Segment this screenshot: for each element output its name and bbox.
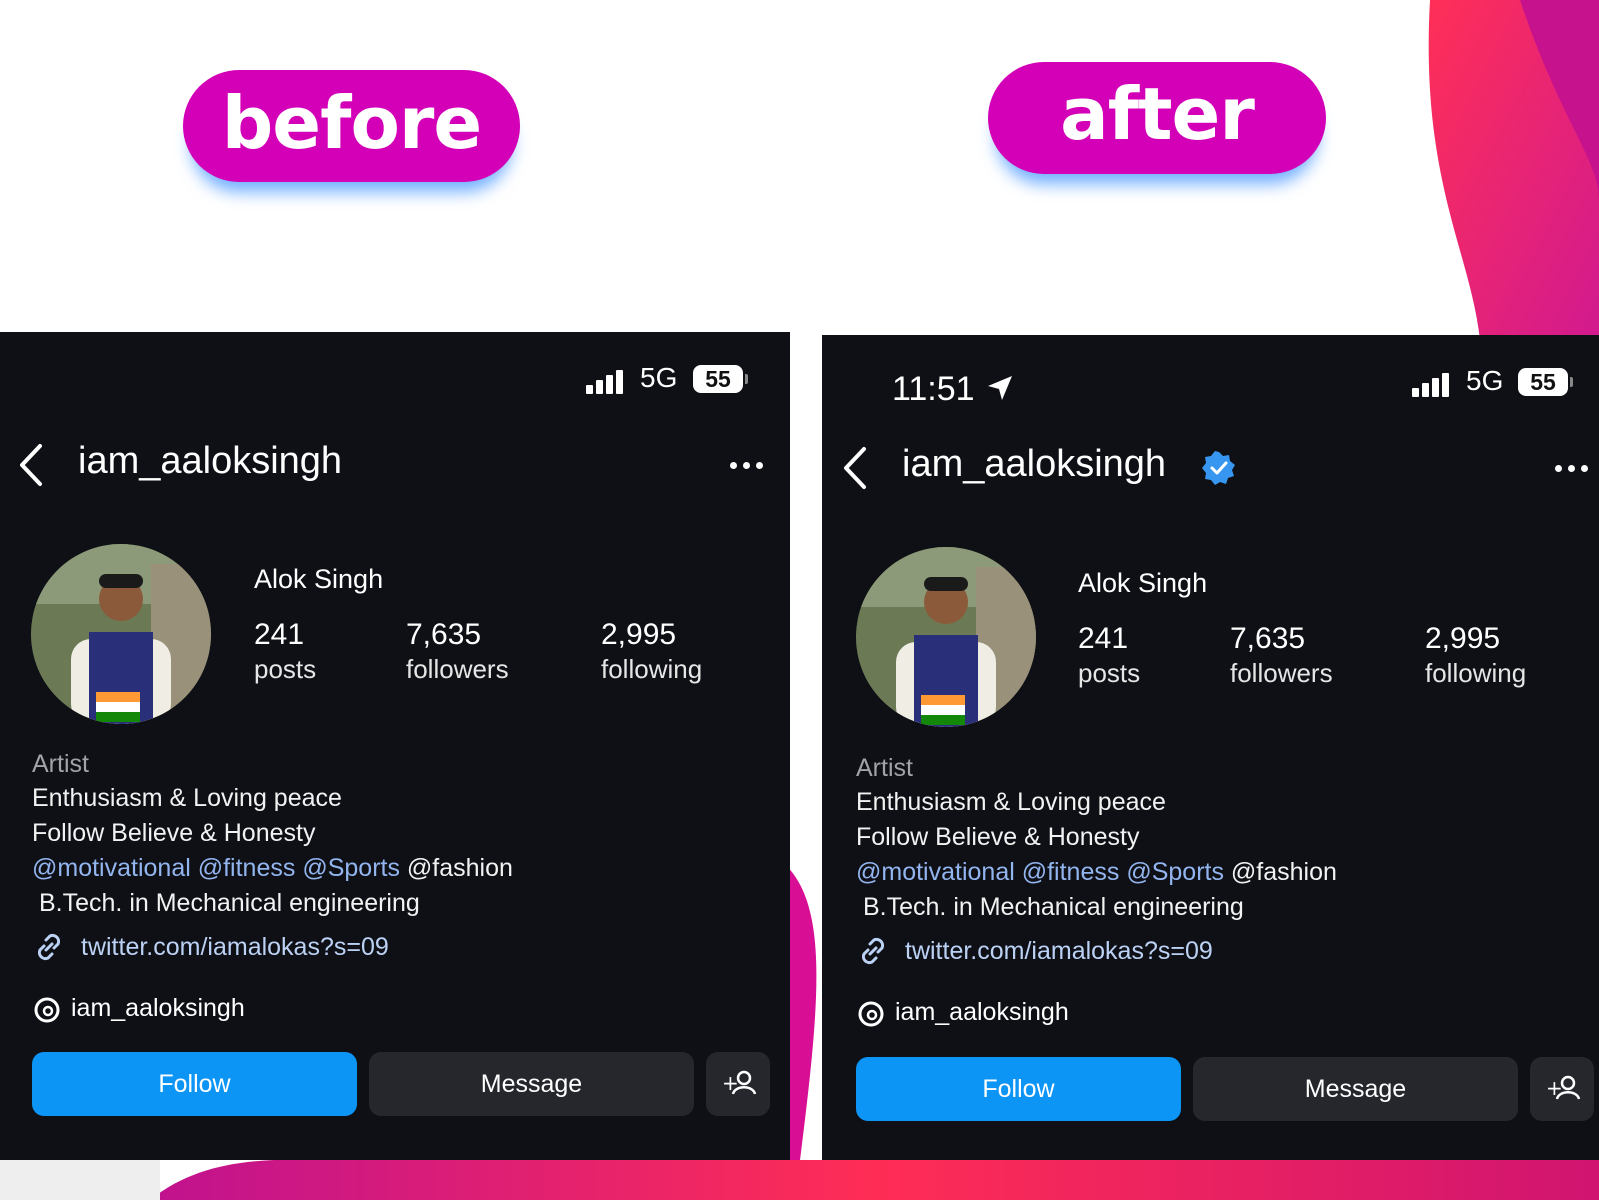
category-label: Artist [856,754,913,782]
posts-label: posts [254,654,317,684]
back-arrow-icon[interactable] [840,445,872,491]
bio-line-3: @motivational @fitness @Sports @fashion [32,854,513,883]
following-count[interactable]: 2,995 [601,618,676,652]
threads-handle[interactable]: iam_aaloksingh [71,994,245,1023]
bio-line-2: Follow Believe & Honesty [856,823,1140,851]
more-options-icon[interactable] [730,462,766,472]
back-arrow-icon[interactable] [16,442,48,488]
category-label: Artist [32,750,89,778]
before-label: before [183,70,520,182]
battery-icon: 55 [693,365,748,393]
following-label[interactable]: following [601,654,702,685]
suggest-user-button[interactable]: + [1530,1057,1594,1121]
network-label: 5G [1466,365,1504,396]
profile-photo [856,547,1036,727]
mention-link[interactable]: @Sports [1126,858,1224,886]
threads-icon [34,997,60,1023]
posts-label: posts [1078,658,1141,688]
avatar[interactable] [856,547,1036,727]
add-person-icon: + [1546,1075,1581,1100]
suggest-user-button[interactable]: + [706,1052,770,1116]
threads-icon [858,1001,884,1027]
signal-icon [586,368,628,394]
followers-label[interactable]: followers [406,654,509,685]
profile-panel-before: 5G 55 iam_aaloksingh Alok Singh 241 post… [0,332,790,1160]
posts-count: 241 [254,618,305,651]
mention-plain: @fashion [1230,858,1337,886]
full-name: Alok Singh [1078,568,1208,598]
following-count[interactable]: 2,995 [1425,622,1500,656]
bio-line-3: @motivational @fitness @Sports @fashion [856,858,1337,887]
verified-badge-icon [1202,451,1235,485]
profile-link[interactable]: twitter.com/iamalokas?s=09 [905,937,1213,966]
location-arrow-icon [988,376,1012,400]
follow-button[interactable]: Follow [856,1057,1181,1121]
full-name: Alok Singh [254,564,384,594]
message-button[interactable]: Message [369,1052,694,1116]
mention-link[interactable]: @motivational [32,854,191,882]
link-icon [861,937,885,965]
profile-panel-after: 11:51 5G 55 iam_aaloksingh Alok Singh 24… [822,335,1599,1160]
followers-count[interactable]: 7,635 [406,618,481,652]
following-label[interactable]: following [1425,658,1526,689]
mention-link[interactable]: @Sports [302,854,400,882]
mention-link[interactable]: @motivational [856,858,1015,886]
bio-line-1: Enthusiasm & Loving peace [32,784,342,812]
status-time: 11:51 [892,370,975,408]
battery-icon: 55 [1518,368,1573,396]
avatar[interactable] [31,544,211,724]
bio-line-4: B.Tech. in Mechanical engineering [863,893,1244,921]
mention-link[interactable]: @fitness [198,854,296,882]
followers-label[interactable]: followers [1230,658,1333,689]
follow-button[interactable]: Follow [32,1052,357,1116]
profile-username: iam_aaloksingh [78,440,343,482]
more-options-icon[interactable] [1555,465,1591,475]
add-person-icon: + [722,1070,757,1095]
bio-line-4: B.Tech. in Mechanical engineering [39,889,420,917]
profile-photo [31,544,211,724]
profile-username: iam_aaloksingh [902,443,1167,485]
bio-line-2: Follow Believe & Honesty [32,819,316,847]
link-icon [37,933,61,961]
profile-link[interactable]: twitter.com/iamalokas?s=09 [81,933,389,962]
signal-icon [1412,371,1454,397]
network-label: 5G [640,362,678,393]
after-label: after [988,62,1326,174]
mention-plain: @fashion [406,854,513,882]
message-button[interactable]: Message [1193,1057,1518,1121]
mention-link[interactable]: @fitness [1022,858,1120,886]
svg-text:+: + [722,1071,739,1095]
followers-count[interactable]: 7,635 [1230,622,1305,656]
threads-handle[interactable]: iam_aaloksingh [895,998,1069,1027]
bio-line-1: Enthusiasm & Loving peace [856,788,1166,816]
posts-count: 241 [1078,622,1129,655]
svg-text:+: + [1546,1076,1563,1100]
